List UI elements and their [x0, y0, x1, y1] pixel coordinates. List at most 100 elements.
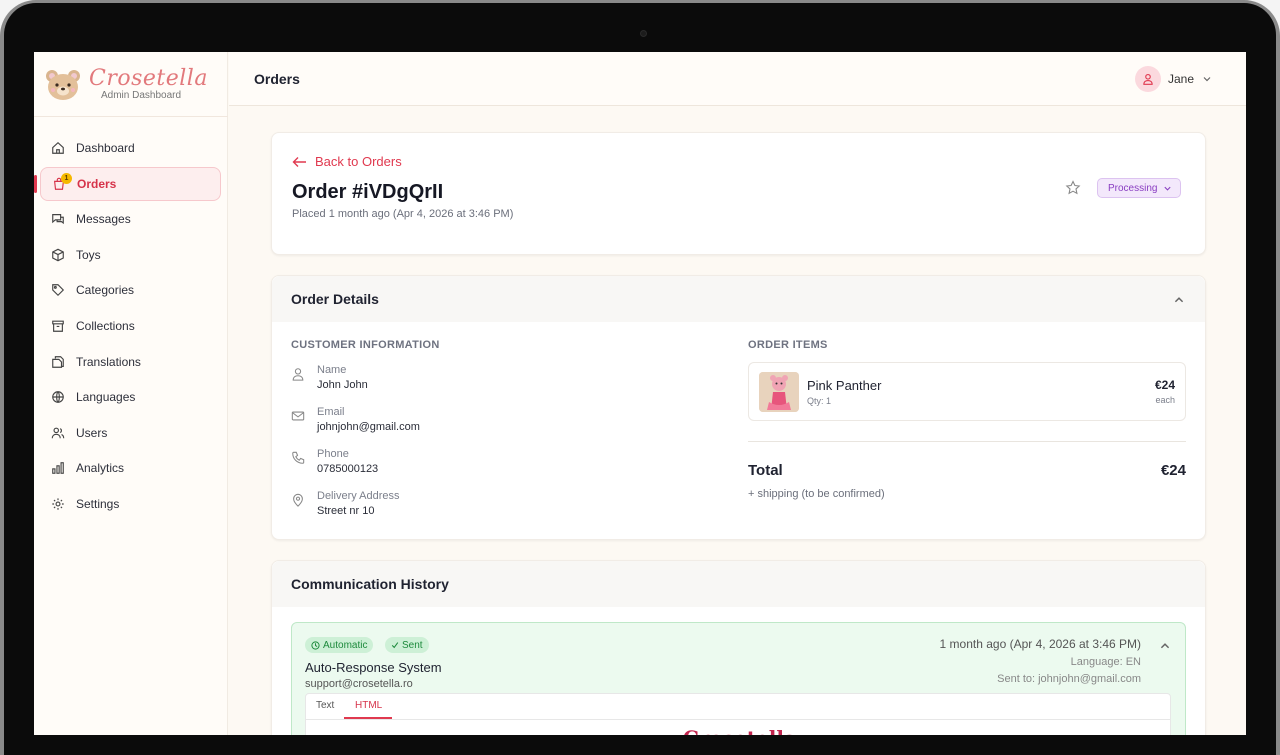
orders-count-badge: 1 [61, 172, 72, 184]
field-value: johnjohn@gmail.com [317, 421, 420, 433]
sidebar-nav: Dashboard 1 Orders Messages Toys Categor… [34, 131, 221, 523]
sidebar-item-dashboard[interactable]: Dashboard [40, 131, 221, 165]
shipping-note: + shipping (to be confirmed) [748, 488, 885, 500]
messages-icon [50, 211, 66, 227]
field-value: John John [317, 379, 368, 391]
tab-text[interactable]: Text [316, 700, 334, 711]
message-time: 1 month ago (Apr 4, 2026 at 3:46 PM) [939, 637, 1141, 651]
sidebar-item-messages[interactable]: Messages [40, 202, 221, 236]
sidebar-item-label: Categories [76, 283, 135, 298]
sidebar: Crosetella Admin Dashboard Dashboard 1 O… [34, 52, 228, 735]
sidebar-item-translations[interactable]: Translations [40, 345, 221, 379]
star-icon[interactable] [1065, 180, 1081, 196]
active-tab-indicator [344, 717, 392, 719]
sidebar-item-analytics[interactable]: Analytics [40, 451, 221, 485]
order-header-card: Back to Orders Order #iVDgQrII Placed 1 … [271, 132, 1206, 255]
message-sender: Auto-Response System [305, 660, 442, 675]
automatic-badge: Automatic [305, 637, 374, 653]
sidebar-item-categories[interactable]: Categories [40, 273, 221, 307]
communication-card: Communication History Automatic Sent Aut… [271, 560, 1206, 735]
order-title: Order #iVDgQrII [292, 181, 444, 203]
brand-subtitle: Admin Dashboard [101, 90, 182, 101]
chevron-up-icon[interactable] [1159, 640, 1171, 652]
bear-logo-icon [46, 70, 80, 100]
badge-label: Sent [402, 639, 423, 651]
arrow-left-icon [292, 156, 306, 167]
message-language: Language: EN [1070, 656, 1141, 668]
sidebar-item-label: Messages [76, 212, 131, 227]
total-label: Total [748, 462, 783, 479]
copy-icon [50, 354, 66, 370]
sent-badge: Sent [385, 637, 429, 653]
phone-icon [291, 451, 307, 477]
field-value: 0785000123 [317, 463, 379, 475]
item-quantity: Qty: 1 [807, 396, 832, 406]
sidebar-item-label: Translations [76, 354, 141, 369]
order-item[interactable]: Pink Panther Qty: 1 €24 each [748, 362, 1186, 421]
field-label: Delivery Address [317, 490, 400, 502]
box-icon [50, 247, 66, 263]
laptop-frame: Crosetella Admin Dashboard Dashboard 1 O… [0, 0, 1280, 755]
divider [748, 441, 1186, 442]
status-label: Processing [1108, 182, 1158, 194]
status-dropdown[interactable]: Processing [1097, 178, 1182, 198]
section-title: Communication History [291, 576, 449, 592]
chevron-up-icon[interactable] [1173, 294, 1185, 306]
order-details-header[interactable]: Order Details [272, 276, 1205, 322]
sidebar-item-settings[interactable]: Settings [40, 487, 221, 521]
avatar [1134, 66, 1161, 92]
sidebar-item-label: Analytics [76, 461, 125, 476]
message-sender-email: support@crosetella.ro [305, 678, 413, 690]
brand-name: Crosetella [89, 66, 208, 91]
product-thumbnail [759, 372, 799, 412]
sidebar-item-label: Users [76, 425, 108, 440]
badge-label: Automatic [323, 639, 368, 651]
sidebar-item-orders[interactable]: 1 Orders [34, 166, 221, 201]
order-placed-date: Placed 1 month ago (Apr 4, 2026 at 3:46 … [292, 208, 514, 220]
sidebar-item-users[interactable]: Users [40, 416, 221, 450]
bar-chart-icon [50, 460, 66, 476]
item-price: €24 [1154, 378, 1175, 392]
tab-html[interactable]: HTML [355, 700, 382, 711]
html-preview-title: Crosetella [683, 726, 797, 735]
field-label: Phone [317, 448, 349, 460]
user-icon [1143, 73, 1153, 85]
field-label: Email [317, 406, 345, 418]
tag-icon [50, 282, 66, 298]
sidebar-item-languages[interactable]: Languages [40, 380, 221, 414]
user-menu[interactable]: Jane [1134, 66, 1212, 92]
section-title: Order Details [291, 291, 379, 307]
message-tabs: Text HTML Crosetella [305, 693, 1171, 735]
map-pin-icon [291, 493, 307, 519]
app-screen: Crosetella Admin Dashboard Dashboard 1 O… [34, 52, 1246, 735]
communication-header: Communication History [272, 561, 1205, 607]
camera-dot [640, 30, 647, 37]
chevron-down-icon [1164, 186, 1172, 191]
customer-info-heading: CUSTOMER INFORMATION [291, 339, 440, 351]
tab-divider [306, 719, 1170, 720]
customer-phone: Phone 0785000123 [291, 447, 378, 477]
chevron-down-icon [1203, 77, 1211, 82]
item-name: Pink Panther [807, 378, 882, 393]
sidebar-item-label: Languages [76, 390, 136, 405]
sidebar-divider [34, 116, 228, 117]
customer-address: Delivery Address Street nr 10 [291, 489, 400, 519]
archive-icon [50, 318, 66, 334]
users-icon [50, 425, 66, 441]
message-entry[interactable]: Automatic Sent Auto-Response System supp… [291, 622, 1186, 735]
sidebar-item-toys[interactable]: Toys [40, 238, 221, 272]
home-icon [50, 140, 66, 156]
item-price-unit: each [1155, 395, 1175, 405]
page-title: Orders [254, 71, 300, 87]
back-label: Back to Orders [315, 154, 402, 169]
back-to-orders-link[interactable]: Back to Orders [292, 154, 402, 169]
field-label: Name [317, 364, 347, 376]
gear-icon [50, 496, 66, 512]
sidebar-item-label: Toys [76, 247, 101, 262]
mail-icon [291, 409, 307, 435]
total-value: €24 [1160, 462, 1186, 479]
brand-logo[interactable]: Crosetella Admin Dashboard [44, 68, 208, 102]
sidebar-item-label: Orders [77, 176, 117, 191]
sidebar-item-collections[interactable]: Collections [40, 309, 221, 343]
user-icon [291, 367, 307, 393]
